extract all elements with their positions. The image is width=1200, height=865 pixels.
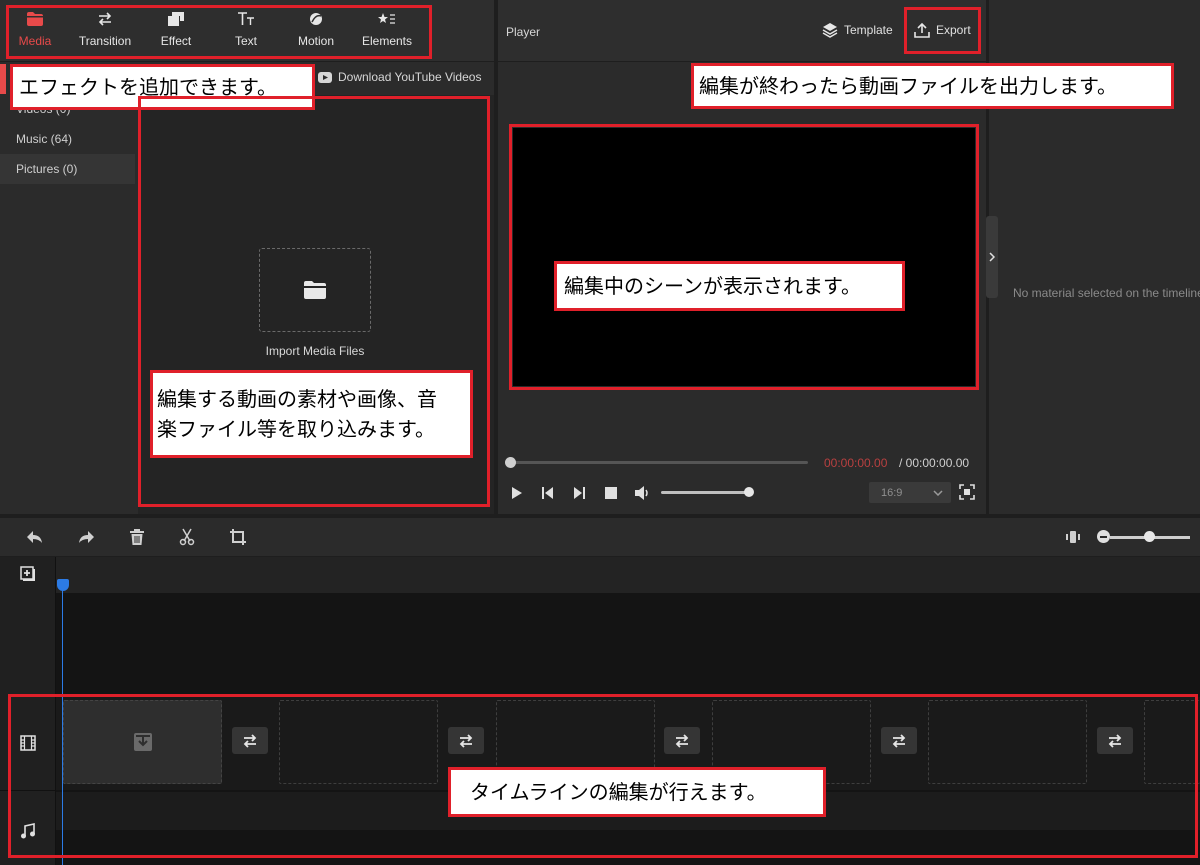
- text-tt-icon: [237, 8, 255, 30]
- template-button[interactable]: Template: [822, 22, 893, 38]
- chevron-right-icon: [989, 252, 995, 262]
- film-strip-icon: [20, 735, 36, 751]
- chevron-down-icon: [933, 489, 943, 496]
- transition-slot[interactable]: [232, 727, 268, 754]
- fullscreen-icon[interactable]: [959, 484, 975, 500]
- track-header-gutter: [0, 557, 56, 865]
- transition-slot[interactable]: [664, 727, 700, 754]
- tab-text-label: Text: [234, 34, 257, 48]
- motion-icon: [308, 8, 324, 30]
- annotation-effects: エフェクトを追加できます。: [10, 64, 315, 110]
- sidebar-selection-indicator: [0, 64, 6, 94]
- download-youtube-label: Download YouTube Videos: [338, 70, 482, 84]
- swap-arrows-icon: [891, 733, 907, 748]
- swap-arrows-icon: [458, 733, 474, 748]
- import-media-label: Import Media Files: [265, 344, 365, 358]
- playhead-handle[interactable]: [57, 579, 69, 591]
- download-youtube-link[interactable]: Download YouTube Videos: [318, 70, 481, 84]
- transition-slot[interactable]: [1097, 727, 1133, 754]
- template-label: Template: [844, 23, 893, 37]
- import-media-button[interactable]: [259, 248, 371, 332]
- clip-placeholder[interactable]: [63, 700, 222, 784]
- aspect-ratio-value: 16:9: [881, 486, 903, 499]
- player-title: Player: [506, 25, 541, 39]
- crop-icon[interactable]: [229, 528, 247, 546]
- swap-arrows-icon: [674, 733, 690, 748]
- add-track-icon[interactable]: [20, 566, 36, 582]
- no-material-message: No material selected on the timeline: [1013, 286, 1200, 300]
- upload-icon: [914, 22, 930, 38]
- playback-scrubber[interactable]: [510, 461, 808, 464]
- transition-slot[interactable]: [881, 727, 917, 754]
- tab-transition-label: Transition: [78, 34, 132, 48]
- volume-handle[interactable]: [744, 487, 754, 497]
- video-preview[interactable]: [513, 128, 975, 386]
- export-button[interactable]: Export: [914, 22, 971, 38]
- tab-effect-label: Effect: [160, 34, 192, 48]
- annotation-scene: 編集中のシーンが表示されます。: [554, 261, 905, 311]
- annotation-timeline: タイムラインの編集が行えます。: [448, 767, 826, 817]
- track-divider: [0, 790, 56, 791]
- scissors-icon[interactable]: [178, 528, 196, 546]
- volume-slider[interactable]: [661, 491, 749, 494]
- player-header: [498, 0, 986, 62]
- annotation-media: 編集する動画の素材や画像、音 楽ファイル等を取り込みます。: [150, 370, 473, 458]
- timeline-zoom-handle[interactable]: [1144, 531, 1155, 542]
- previous-frame-icon[interactable]: [540, 485, 556, 501]
- music-note-icon: [21, 823, 35, 839]
- tab-effect[interactable]: Effect: [141, 8, 211, 54]
- sidebar-item-music[interactable]: Music (64): [0, 124, 135, 154]
- stop-icon[interactable]: [603, 485, 619, 501]
- tab-media[interactable]: Media: [0, 8, 70, 54]
- annotation-export: 編集が終わったら動画ファイルを出力します。: [691, 63, 1174, 109]
- tab-elements[interactable]: Elements: [352, 8, 422, 54]
- scrubber-handle[interactable]: [505, 457, 516, 468]
- timeline-ruler[interactable]: [0, 557, 1200, 593]
- tab-transition[interactable]: Transition: [70, 8, 140, 54]
- clip-slot[interactable]: [1144, 700, 1200, 784]
- redo-icon[interactable]: [77, 528, 95, 546]
- clip-slot[interactable]: [928, 700, 1087, 784]
- sidebar-item-pictures[interactable]: Pictures (0): [0, 154, 135, 184]
- annotation-media-line1: 編集する動画の素材や画像、音: [157, 387, 437, 411]
- playhead-line: [62, 590, 63, 865]
- layers-icon: [168, 8, 184, 30]
- media-toolbar: Media Transition Effect Text Motion Elem…: [0, 0, 494, 62]
- undo-icon[interactable]: [26, 528, 44, 546]
- tab-media-label: Media: [18, 34, 52, 48]
- play-icon[interactable]: [509, 485, 525, 501]
- tab-elements-label: Elements: [361, 34, 413, 48]
- export-label: Export: [936, 23, 971, 37]
- tab-text[interactable]: Text: [211, 8, 281, 54]
- next-frame-icon[interactable]: [571, 485, 587, 501]
- total-time: / 00:00:00.00: [899, 456, 970, 470]
- delete-icon[interactable]: [128, 528, 146, 546]
- swap-arrows-icon: [242, 733, 258, 748]
- tab-motion[interactable]: Motion: [281, 8, 351, 54]
- tab-motion-label: Motion: [297, 34, 335, 48]
- stack-icon: [822, 22, 838, 38]
- folder-icon: [304, 281, 326, 299]
- clip-slot[interactable]: [279, 700, 438, 784]
- current-time: 00:00:00.00: [824, 456, 888, 470]
- youtube-download-icon: [318, 71, 332, 83]
- elements-icon: [378, 8, 396, 30]
- transition-slot[interactable]: [448, 727, 484, 754]
- snap-icon[interactable]: [1064, 528, 1082, 546]
- panel-collapse-button[interactable]: [986, 216, 998, 298]
- import-down-icon: [133, 732, 153, 752]
- swap-arrows-icon: [97, 8, 113, 30]
- zoom-out-icon[interactable]: [1097, 530, 1110, 543]
- swap-arrows-icon: [1107, 733, 1123, 748]
- volume-icon[interactable]: [634, 485, 650, 501]
- annotation-media-line2: 楽ファイル等を取り込みます。: [157, 417, 435, 441]
- aspect-ratio-select[interactable]: 16:9: [869, 482, 951, 503]
- folder-icon: [27, 8, 43, 30]
